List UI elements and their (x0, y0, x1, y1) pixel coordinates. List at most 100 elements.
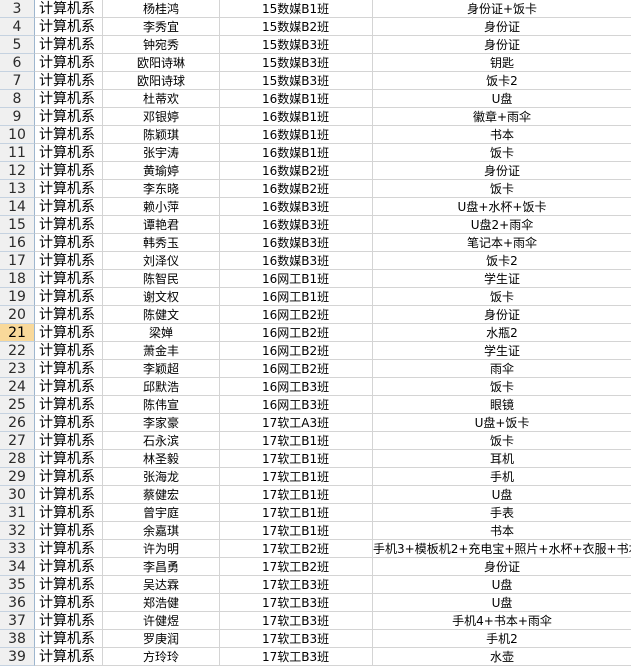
item-cell[interactable]: 手机 (373, 468, 631, 486)
department-cell[interactable]: 计算机系 (35, 486, 103, 504)
department-cell[interactable]: 计算机系 (35, 198, 103, 216)
department-cell[interactable]: 计算机系 (35, 396, 103, 414)
row-header[interactable]: 28 (0, 450, 35, 468)
row-header[interactable]: 14 (0, 198, 35, 216)
department-cell[interactable]: 计算机系 (35, 288, 103, 306)
table-row[interactable]: 10 计算机系 陈颖琪 16数媒B1班 书本 (0, 126, 631, 144)
name-cell[interactable]: 张海龙 (103, 468, 220, 486)
name-cell[interactable]: 李颖超 (103, 360, 220, 378)
item-cell[interactable]: 笔记本+雨伞 (373, 234, 631, 252)
item-cell[interactable]: U盘 (373, 90, 631, 108)
class-cell[interactable]: 15数媒B3班 (220, 36, 373, 54)
name-cell[interactable]: 谭艳君 (103, 216, 220, 234)
item-cell[interactable]: 手机4+书本+雨伞 (373, 612, 631, 630)
row-header[interactable]: 18 (0, 270, 35, 288)
table-row[interactable]: 25 计算机系 陈伟宣 16网工B3班 眼镜 (0, 396, 631, 414)
item-cell[interactable]: 雨伞 (373, 360, 631, 378)
table-row[interactable]: 38 计算机系 罗庚润 17软工B3班 手机2 (0, 630, 631, 648)
item-cell[interactable]: U盘+饭卡 (373, 414, 631, 432)
class-cell[interactable]: 16网工B2班 (220, 324, 373, 342)
row-header[interactable]: 26 (0, 414, 35, 432)
department-cell[interactable]: 计算机系 (35, 522, 103, 540)
row-header[interactable]: 17 (0, 252, 35, 270)
row-header[interactable]: 11 (0, 144, 35, 162)
department-cell[interactable]: 计算机系 (35, 648, 103, 666)
department-cell[interactable]: 计算机系 (35, 612, 103, 630)
item-cell[interactable]: 书本 (373, 126, 631, 144)
class-cell[interactable]: 17软工B1班 (220, 432, 373, 450)
table-row[interactable]: 23 计算机系 李颖超 16网工B2班 雨伞 (0, 360, 631, 378)
row-header[interactable]: 37 (0, 612, 35, 630)
row-header[interactable]: 13 (0, 180, 35, 198)
item-cell[interactable]: 饭卡 (373, 432, 631, 450)
department-cell[interactable]: 计算机系 (35, 378, 103, 396)
department-cell[interactable]: 计算机系 (35, 558, 103, 576)
class-cell[interactable]: 16网工B3班 (220, 396, 373, 414)
class-cell[interactable]: 17软工B1班 (220, 486, 373, 504)
row-header[interactable]: 7 (0, 72, 35, 90)
item-cell[interactable]: 手机2 (373, 630, 631, 648)
spreadsheet-grid[interactable]: 3 计算机系 杨桂鸿 15数媒B1班 身份证+饭卡 4 计算机系 李秀宜 15数媒B2班 身份证 5… (0, 0, 631, 670)
table-row[interactable]: 5 计算机系 钟宛秀 15数媒B3班 身份证 (0, 36, 631, 54)
row-header[interactable]: 15 (0, 216, 35, 234)
table-row[interactable]: 33计算机系许为明17软工B2班手机3+模板机2+充电宝+照片+水杯+衣服+书本… (0, 540, 631, 558)
department-cell[interactable]: 计算机系 (35, 18, 103, 36)
table-row[interactable]: 32 计算机系 余嘉琪 17软工B1班 书本 (0, 522, 631, 540)
department-cell[interactable]: 计算机系 (35, 468, 103, 486)
class-cell[interactable]: 17软工B1班 (220, 468, 373, 486)
item-cell[interactable]: 徽章+雨伞 (373, 108, 631, 126)
class-cell[interactable]: 17软工B3班 (220, 630, 373, 648)
name-cell[interactable]: 吴达霖 (103, 576, 220, 594)
table-row[interactable]: 21 计算机系 梁婵 16网工B2班 水瓶2 (0, 324, 631, 342)
name-cell[interactable]: 李昌勇 (103, 558, 220, 576)
name-cell[interactable]: 杨桂鸿 (103, 0, 220, 18)
class-cell[interactable]: 17软工B3班 (220, 576, 373, 594)
department-cell[interactable]: 计算机系 (35, 324, 103, 342)
table-row[interactable]: 16 计算机系 韩秀玉 16数媒B3班 笔记本+雨伞 (0, 234, 631, 252)
class-cell[interactable]: 17软工B1班 (220, 450, 373, 468)
class-cell[interactable]: 16网工B1班 (220, 288, 373, 306)
department-cell[interactable]: 计算机系 (35, 126, 103, 144)
department-cell[interactable]: 计算机系 (35, 234, 103, 252)
row-header[interactable]: 12 (0, 162, 35, 180)
class-cell[interactable]: 16数媒B2班 (220, 162, 373, 180)
name-cell[interactable]: 林圣毅 (103, 450, 220, 468)
class-cell[interactable]: 16数媒B1班 (220, 144, 373, 162)
row-header[interactable]: 23 (0, 360, 35, 378)
item-cell[interactable]: 学生证 (373, 270, 631, 288)
name-cell[interactable]: 陈健文 (103, 306, 220, 324)
department-cell[interactable]: 计算机系 (35, 576, 103, 594)
item-cell[interactable]: 饭卡 (373, 144, 631, 162)
table-row[interactable]: 7 计算机系 欧阳诗球 15数媒B3班 饭卡2 (0, 72, 631, 90)
table-row[interactable]: 3 计算机系 杨桂鸿 15数媒B1班 身份证+饭卡 (0, 0, 631, 18)
class-cell[interactable]: 17软工B3班 (220, 594, 373, 612)
item-cell[interactable]: 学生证 (373, 342, 631, 360)
name-cell[interactable]: 石永滨 (103, 432, 220, 450)
department-cell[interactable]: 计算机系 (35, 450, 103, 468)
department-cell[interactable]: 计算机系 (35, 54, 103, 72)
class-cell[interactable]: 16数媒B3班 (220, 216, 373, 234)
row-header[interactable]: 31 (0, 504, 35, 522)
name-cell[interactable]: 刘泽仪 (103, 252, 220, 270)
table-row[interactable]: 37 计算机系 许健煜 17软工B3班 手机4+书本+雨伞 (0, 612, 631, 630)
class-cell[interactable]: 16数媒B1班 (220, 126, 373, 144)
class-cell[interactable]: 17软工B3班 (220, 612, 373, 630)
item-cell[interactable]: U盘2+雨伞 (373, 216, 631, 234)
department-cell[interactable]: 计算机系 (35, 414, 103, 432)
item-cell[interactable]: 手机3+模板机2+充电宝+照片+水杯+衣服+书本7+i (373, 540, 631, 558)
table-row[interactable]: 9 计算机系 邓银婷 16数媒B1班 徽章+雨伞 (0, 108, 631, 126)
row-header[interactable]: 5 (0, 36, 35, 54)
row-header[interactable]: 9 (0, 108, 35, 126)
table-row[interactable]: 22 计算机系 萧金丰 16网工B2班 学生证 (0, 342, 631, 360)
class-cell[interactable]: 16网工B2班 (220, 306, 373, 324)
item-cell[interactable]: 饭卡 (373, 288, 631, 306)
item-cell[interactable]: 身份证+饭卡 (373, 0, 631, 18)
row-header[interactable]: 30 (0, 486, 35, 504)
row-header[interactable]: 33 (0, 540, 35, 558)
table-row[interactable]: 35 计算机系 吴达霖 17软工B3班 U盘 (0, 576, 631, 594)
table-row[interactable]: 29 计算机系 张海龙 17软工B1班 手机 (0, 468, 631, 486)
row-header[interactable]: 36 (0, 594, 35, 612)
name-cell[interactable]: 许健煜 (103, 612, 220, 630)
name-cell[interactable]: 余嘉琪 (103, 522, 220, 540)
class-cell[interactable]: 16数媒B1班 (220, 90, 373, 108)
